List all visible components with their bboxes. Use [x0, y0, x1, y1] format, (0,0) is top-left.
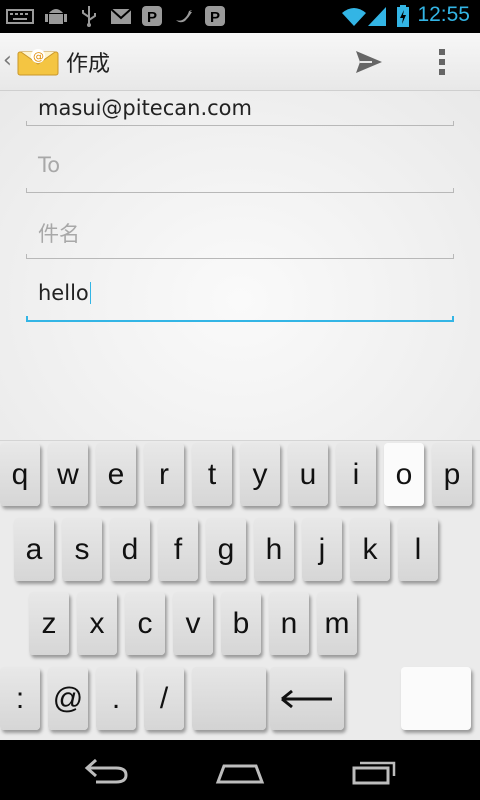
subject-underline	[26, 254, 454, 259]
recent-apps-icon[interactable]	[350, 754, 398, 786]
key-w[interactable]: w	[48, 443, 88, 506]
key-z[interactable]: z	[29, 592, 69, 655]
pushbullet-icon: P	[205, 6, 225, 26]
subject-field[interactable]: 件名	[26, 209, 454, 261]
backspace-key[interactable]	[270, 667, 344, 730]
status-bar: P P 12:55	[0, 0, 480, 33]
keyboard-icon	[6, 9, 34, 24]
key-y[interactable]: y	[240, 443, 280, 506]
key-n[interactable]: n	[269, 592, 309, 655]
from-value: masui@pitecan.com	[38, 96, 252, 120]
android-debug-icon	[45, 9, 67, 24]
key-r[interactable]: r	[144, 443, 184, 506]
email-app-icon[interactable]: @	[17, 46, 59, 76]
to-placeholder: To	[38, 153, 61, 177]
compose-form: masui@pitecan.com To 件名 hello	[0, 91, 480, 440]
svg-text:P: P	[147, 9, 157, 26]
from-underline	[26, 121, 454, 126]
send-icon[interactable]	[354, 49, 384, 75]
navigation-bar	[0, 740, 480, 800]
action-bar: ‹ @ 作成	[0, 33, 480, 91]
wifi-icon	[342, 8, 366, 26]
key-l[interactable]: l	[398, 518, 438, 581]
key-v[interactable]: v	[173, 592, 213, 655]
key-j[interactable]: j	[302, 518, 342, 581]
signal-icon	[368, 7, 386, 26]
battery-icon	[397, 5, 409, 27]
enter-key[interactable]	[401, 667, 471, 730]
key-c[interactable]: c	[125, 592, 165, 655]
key-slash[interactable]: /	[144, 667, 184, 730]
soft-keyboard: q w e r t y u i o p a s d f g h j k l z …	[0, 440, 480, 741]
body-text: hello	[38, 281, 91, 305]
key-m[interactable]: m	[317, 592, 357, 655]
clock: 12:55	[417, 3, 470, 26]
body-field[interactable]: hello	[26, 273, 454, 325]
key-period[interactable]: .	[96, 667, 136, 730]
from-field[interactable]: masui@pitecan.com	[26, 91, 454, 128]
to-underline	[26, 188, 454, 193]
home-icon[interactable]	[214, 754, 266, 786]
key-e[interactable]: e	[96, 443, 136, 506]
subject-placeholder: 件名	[38, 222, 80, 246]
page-title: 作成	[66, 52, 111, 77]
key-g[interactable]: g	[206, 518, 246, 581]
key-colon[interactable]: :	[0, 667, 40, 730]
key-f[interactable]: f	[158, 518, 198, 581]
key-i[interactable]: i	[336, 443, 376, 506]
key-u[interactable]: u	[288, 443, 328, 506]
overflow-menu-icon[interactable]	[436, 47, 448, 77]
key-h[interactable]: h	[254, 518, 294, 581]
key-q[interactable]: q	[0, 443, 40, 506]
gmail-icon	[110, 8, 132, 24]
key-b[interactable]: b	[221, 592, 261, 655]
to-field[interactable]: To	[26, 143, 454, 195]
svg-text:@: @	[33, 50, 44, 63]
body-underline	[26, 316, 454, 322]
key-d[interactable]: d	[110, 518, 150, 581]
key-x[interactable]: x	[77, 592, 117, 655]
up-chevron-icon[interactable]: ‹	[3, 48, 12, 73]
key-s[interactable]: s	[62, 518, 102, 581]
svg-text:P: P	[210, 9, 220, 26]
backspace-arrow-icon	[281, 689, 332, 708]
key-k[interactable]: k	[350, 518, 390, 581]
key-at[interactable]: @	[48, 667, 88, 730]
key-p[interactable]: p	[432, 443, 472, 506]
key-a[interactable]: a	[14, 518, 54, 581]
usb-icon	[82, 6, 96, 27]
body-value: hello	[38, 281, 89, 305]
key-t[interactable]: t	[192, 443, 232, 506]
pushbullet-icon: P	[142, 6, 162, 26]
key-o[interactable]: o	[384, 443, 424, 506]
space-key[interactable]	[192, 667, 266, 730]
twitter-icon	[176, 10, 192, 23]
text-cursor	[89, 282, 91, 304]
back-icon[interactable]	[82, 754, 130, 786]
